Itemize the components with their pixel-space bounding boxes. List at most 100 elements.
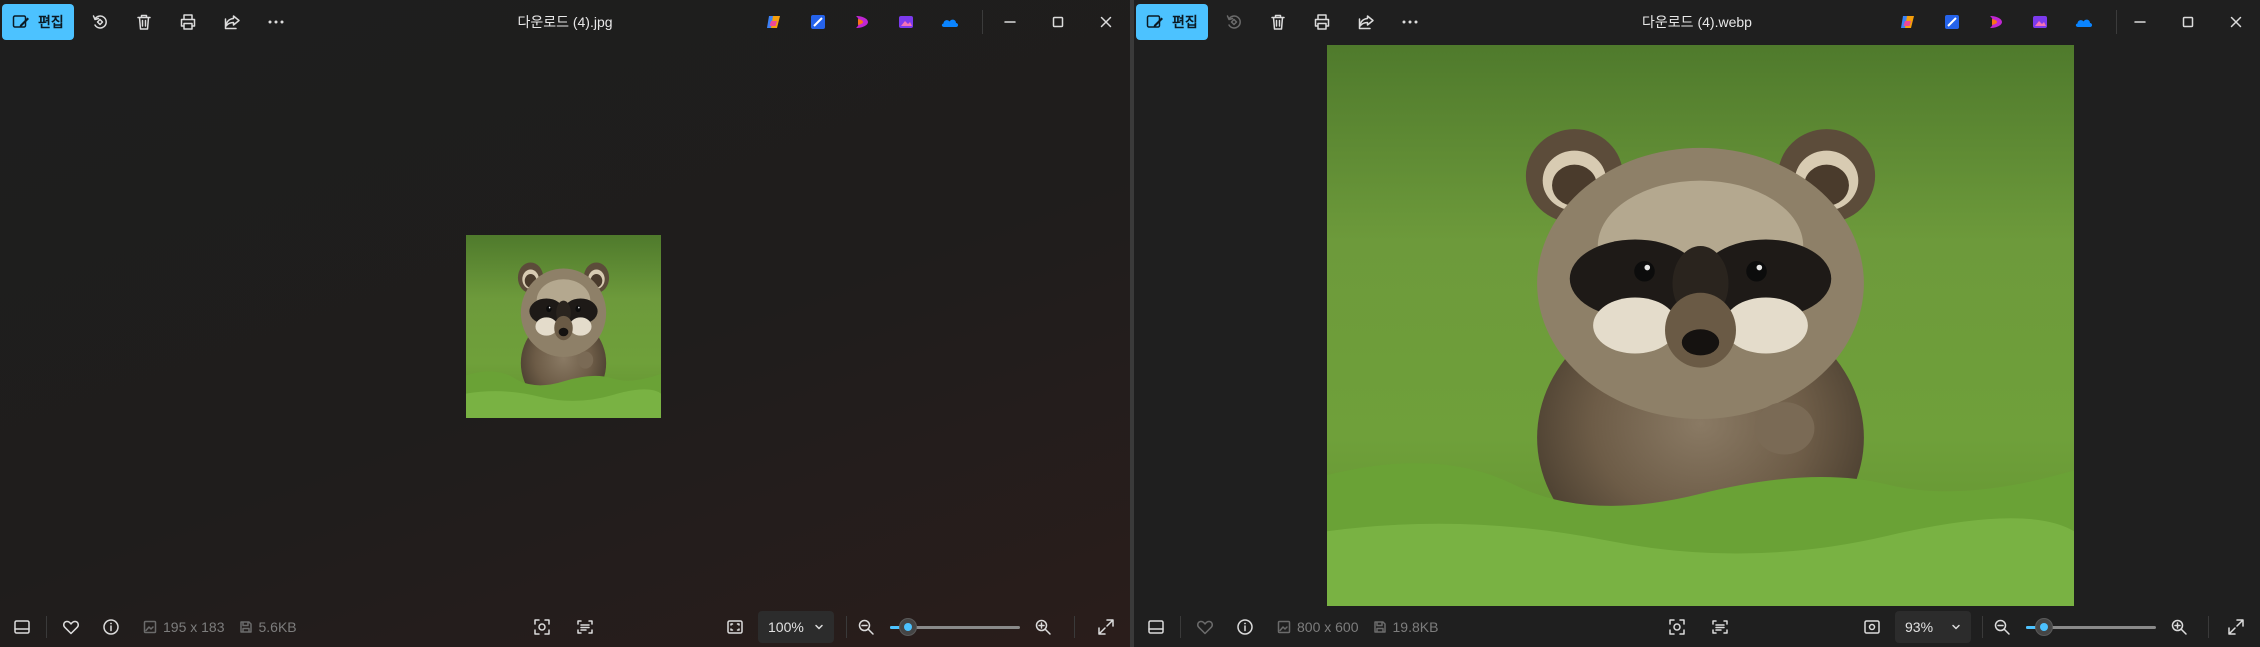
rotate-icon (1225, 13, 1243, 31)
maximize-icon (2182, 16, 2194, 28)
rotate-button[interactable] (80, 4, 120, 40)
image-dimensions: 800 x 600 (1277, 619, 1359, 635)
filmstrip-icon (13, 618, 31, 636)
minimize-button[interactable] (986, 0, 1034, 44)
designer-button[interactable] (796, 0, 840, 44)
face-scan-button[interactable] (1657, 609, 1697, 645)
text-scan-icon (576, 618, 594, 636)
app-shortcuts (752, 0, 972, 44)
copilot-icon (765, 13, 783, 31)
clipchamp-button[interactable] (1974, 0, 2018, 44)
minimize-button[interactable] (2116, 0, 2164, 44)
photo-canvas[interactable] (466, 235, 661, 418)
clipchamp-button[interactable] (840, 0, 884, 44)
filmstrip-button[interactable] (1136, 609, 1176, 645)
minimize-icon (1004, 16, 1016, 28)
maximize-button[interactable] (1034, 0, 1082, 44)
more-icon (267, 13, 285, 31)
chevron-down-icon (814, 622, 824, 632)
status-divider (1180, 616, 1181, 638)
fullscreen-divider (1074, 616, 1075, 638)
file-size: 19.8KB (1373, 619, 1439, 635)
zoom-in-button[interactable] (1023, 609, 1063, 645)
heart-icon (62, 618, 80, 636)
share-button[interactable] (1346, 4, 1386, 40)
edit-button[interactable]: 편집 (2, 4, 74, 40)
copilot-button[interactable] (752, 0, 796, 44)
text-scan-button[interactable] (1700, 609, 1740, 645)
favorite-button[interactable] (1185, 609, 1225, 645)
file-size: 5.6KB (239, 619, 297, 635)
info-icon (102, 618, 120, 636)
more-button[interactable] (256, 4, 296, 40)
photos-app-button[interactable] (884, 0, 928, 44)
onedrive-button[interactable] (928, 0, 972, 44)
close-button[interactable] (1082, 0, 1130, 44)
image-size-icon (143, 620, 157, 634)
fullscreen-button[interactable] (2216, 609, 2256, 645)
zoom-slider-thumb[interactable] (899, 618, 917, 636)
zoom-slider[interactable] (2026, 617, 2156, 637)
share-button[interactable] (212, 4, 252, 40)
zoom-out-icon (1993, 618, 2011, 636)
close-icon (2230, 16, 2242, 28)
zoom-value: 100% (768, 619, 804, 635)
print-icon (1313, 13, 1331, 31)
info-button[interactable] (1225, 609, 1265, 645)
fullscreen-icon (2227, 618, 2245, 636)
fullscreen-divider (2208, 616, 2209, 638)
close-button[interactable] (2212, 0, 2260, 44)
info-icon (1236, 618, 1254, 636)
dimensions-text: 800 x 600 (1297, 619, 1359, 635)
zoom-value: 93% (1905, 619, 1934, 635)
photo-canvas[interactable] (1327, 45, 2074, 606)
more-button[interactable] (1390, 4, 1430, 40)
zoom-out-icon (857, 618, 875, 636)
face-scan-icon (1668, 618, 1686, 636)
designer-button[interactable] (1930, 0, 1974, 44)
image-size-icon (1277, 620, 1291, 634)
edit-icon (12, 13, 30, 31)
zoom-in-button[interactable] (2159, 609, 2199, 645)
delete-button[interactable] (1258, 4, 1298, 40)
fullscreen-button[interactable] (1086, 609, 1126, 645)
copilot-button[interactable] (1886, 0, 1930, 44)
title-bar: 편집 다운로드 (4).jpg (0, 0, 1130, 44)
zoom-out-button[interactable] (846, 609, 886, 645)
zoom-select[interactable]: 93% (1895, 611, 1971, 643)
delete-button[interactable] (124, 4, 164, 40)
share-icon (1357, 13, 1375, 31)
filmstrip-button[interactable] (2, 609, 42, 645)
onedrive-button[interactable] (2062, 0, 2106, 44)
print-button[interactable] (168, 4, 208, 40)
clipchamp-icon (1987, 13, 2005, 31)
print-icon (179, 13, 197, 31)
edit-button[interactable]: 편집 (1136, 4, 1208, 40)
clipchamp-icon (853, 13, 871, 31)
delete-icon (1269, 13, 1287, 31)
maximize-icon (1052, 16, 1064, 28)
favorite-button[interactable] (51, 609, 91, 645)
zoom-out-button[interactable] (1982, 609, 2022, 645)
maximize-button[interactable] (2164, 0, 2212, 44)
print-button[interactable] (1302, 4, 1342, 40)
zoom-slider[interactable] (890, 617, 1020, 637)
file-size-icon (1373, 620, 1387, 634)
fit-to-window-button[interactable] (1852, 609, 1892, 645)
photos-app-icon (2031, 13, 2049, 31)
file-size-text: 19.8KB (1392, 619, 1439, 635)
title-divider (982, 10, 983, 34)
text-scan-button[interactable] (565, 609, 605, 645)
face-scan-button[interactable] (522, 609, 562, 645)
zoom-slider-thumb[interactable] (2035, 618, 2053, 636)
onedrive-icon (2074, 13, 2094, 31)
fit-icon (726, 618, 744, 636)
fit-to-window-button[interactable] (715, 609, 755, 645)
zoom-in-icon (1034, 618, 1052, 636)
photos-app-button[interactable] (2018, 0, 2062, 44)
info-button[interactable] (91, 609, 131, 645)
zoom-select[interactable]: 100% (758, 611, 834, 643)
photos-app-icon (897, 13, 915, 31)
rotate-button[interactable] (1214, 4, 1254, 40)
dimensions-text: 195 x 183 (163, 619, 225, 635)
